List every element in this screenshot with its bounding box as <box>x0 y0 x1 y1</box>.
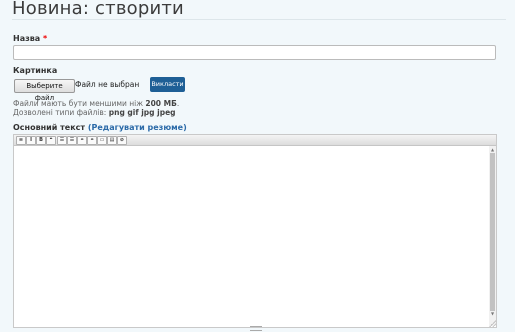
body-label: Основний текст (Редагувати резюме) <box>13 123 187 132</box>
required-mark: * <box>43 34 48 43</box>
editor-scrollbar[interactable]: ▲ ▼ <box>489 146 496 326</box>
upload-button[interactable]: Викласти <box>150 77 185 92</box>
paste-text-icon[interactable]: ▤ <box>107 136 117 145</box>
blockquote-icon[interactable]: ❝ <box>46 136 56 145</box>
bulleted-list-icon[interactable]: ☰ <box>57 136 67 145</box>
help-types: Дозволені типи файлів: png gif jpg jpeg <box>13 108 176 117</box>
link-icon[interactable]: ⚭ <box>77 136 87 145</box>
bold-icon[interactable]: B <box>36 136 46 145</box>
help-types-value: png gif jpg jpeg <box>108 108 176 117</box>
body-label-text: Основний текст <box>13 123 86 132</box>
name-input[interactable] <box>13 45 496 60</box>
resize-grip-icon[interactable] <box>489 320 496 327</box>
body-textarea[interactable] <box>14 146 488 326</box>
body-edit-close: ) <box>183 123 187 132</box>
title-divider <box>12 19 506 20</box>
scroll-up-icon[interactable]: ▲ <box>490 147 495 152</box>
source-icon[interactable]: ≡ <box>16 136 26 145</box>
page-title: Новина: створити <box>12 0 184 19</box>
image-icon[interactable]: ▭ <box>97 136 107 145</box>
italic-icon[interactable]: I <box>26 136 36 145</box>
file-status: Файл не выбран <box>75 80 140 89</box>
image-label: Картинка <box>13 66 58 75</box>
name-label: Назва * <box>13 34 47 43</box>
edit-summary-link[interactable]: Редагувати резюме <box>91 123 183 132</box>
scroll-down-icon[interactable]: ▼ <box>490 311 495 316</box>
name-label-text: Назва <box>13 34 41 43</box>
scroll-thumb[interactable] <box>490 153 495 311</box>
help-size-suffix: . <box>176 99 180 108</box>
help-size: Файли мають бути меншими ніж 200 МБ. <box>13 99 179 108</box>
unlink-icon[interactable]: ⚭ <box>87 136 97 145</box>
body-editor: ≡ I B ❝ ☰ ☰ ⚭ ⚭ ▭ ▤ ⊘ ▲ ▼ <box>13 134 497 331</box>
remove-format-icon[interactable]: ⊘ <box>117 136 127 145</box>
help-size-prefix: Файли мають бути меншими ніж <box>13 99 146 108</box>
help-size-value: 200 МБ <box>145 99 177 108</box>
editor-toolbar: ≡ I B ❝ ☰ ☰ ⚭ ⚭ ▭ ▤ ⊘ <box>14 135 496 146</box>
choose-file-button[interactable]: Выберите файл <box>14 79 75 102</box>
help-types-prefix: Дозволені типи файлів: <box>13 108 109 117</box>
resize-handle[interactable] <box>250 326 262 331</box>
numbered-list-icon[interactable]: ☰ <box>67 136 77 145</box>
